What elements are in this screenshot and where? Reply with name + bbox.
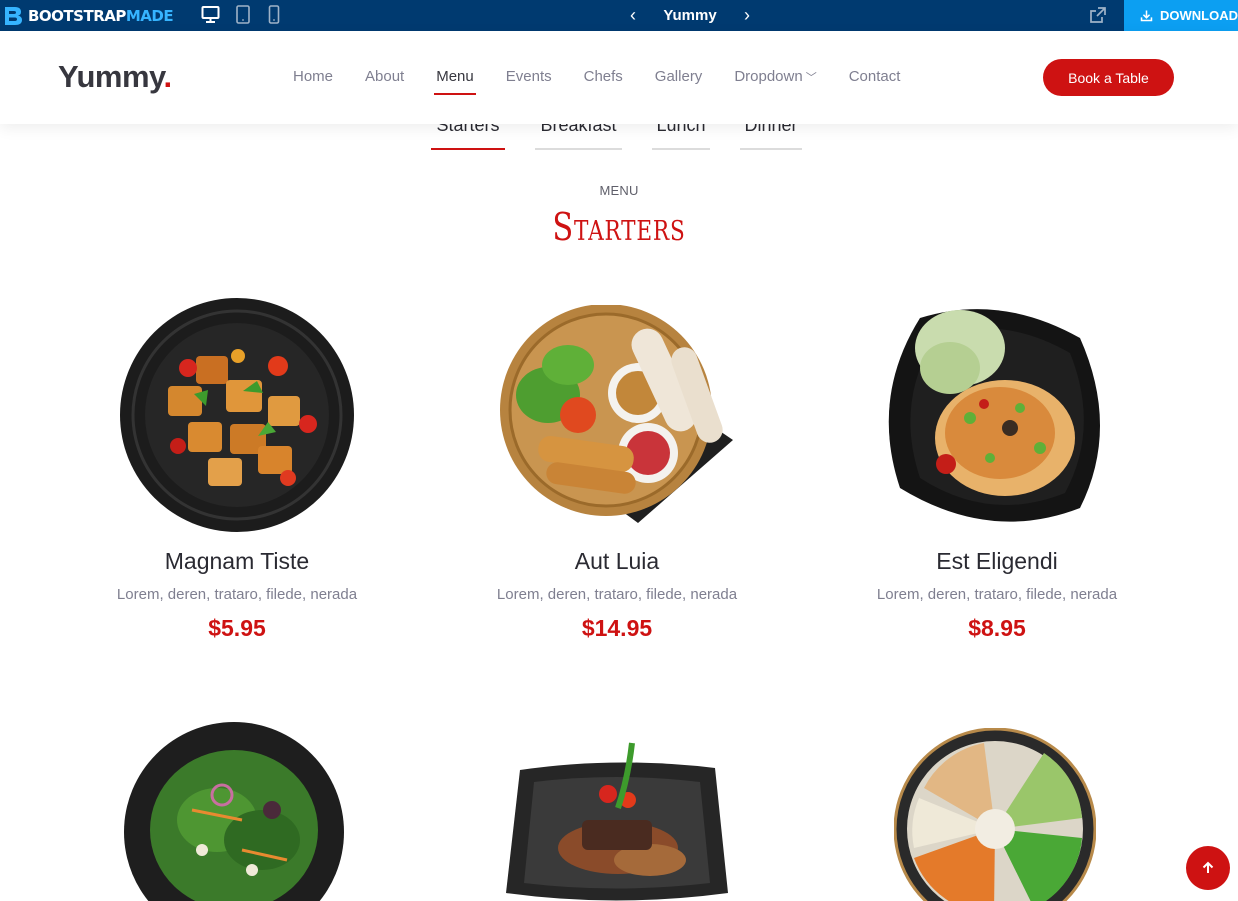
item-price: $14.95 — [581, 615, 653, 641]
device-switcher — [201, 5, 282, 29]
nav-dropdown[interactable]: Dropdown ﹀ — [734, 68, 816, 93]
template-switcher: ‹ Yummy › — [630, 4, 750, 26]
item-name[interactable]: Magnam Tiste — [57, 548, 417, 575]
download-label: DOWNLOAD — [1160, 8, 1238, 23]
nav-menu[interactable]: Menu — [434, 68, 476, 95]
dish-image-magnam-tiste[interactable] — [118, 296, 356, 534]
brand-name: Yummy — [58, 59, 164, 94]
chevron-left-icon[interactable]: ‹ — [630, 5, 636, 26]
nav-chefs[interactable]: Chefs — [584, 68, 623, 93]
item-name[interactable]: Aut Luia — [437, 548, 797, 575]
tablet-icon[interactable] — [234, 5, 252, 29]
dish-image-steak[interactable] — [500, 738, 732, 901]
brand-main: BOOTSTRAP — [28, 6, 126, 25]
arrow-up-icon — [1202, 861, 1214, 873]
bootstrapmade-mark-icon — [5, 7, 22, 25]
menu-item: Est Eligendi Lorem, deren, trataro, file… — [817, 548, 1177, 642]
item-ingredients: Lorem, deren, trataro, filede, nerada — [116, 586, 358, 603]
download-button[interactable]: DOWNLOAD — [1124, 0, 1238, 31]
template-name: Yummy — [663, 6, 717, 24]
item-ingredients: Lorem, deren, trataro, filede, nerada — [496, 586, 738, 603]
brand-accent: MADE — [125, 6, 174, 25]
scroll-top-button[interactable] — [1186, 846, 1230, 890]
section-title: Starters — [552, 205, 686, 249]
nav-dropdown-label: Dropdown — [734, 68, 803, 85]
chevron-down-icon: ﹀ — [805, 72, 817, 84]
bootstrapmade-logo[interactable]: BOOTSTRAPMADE — [2, 5, 174, 26]
dish-image-aut-luia[interactable] — [498, 305, 736, 523]
menu-item: Aut Luia Lorem, deren, trataro, filede, … — [437, 548, 797, 642]
mobile-icon[interactable] — [266, 5, 282, 29]
section-subtitle: MENU — [599, 183, 639, 198]
book-table-button[interactable]: Book a Table — [1043, 59, 1174, 96]
preview-bar: BOOTSTRAPMADE ‹ Yummy › DOWNLOAD — [0, 0, 1238, 31]
dish-image-salad[interactable] — [122, 720, 346, 901]
desktop-icon[interactable] — [201, 5, 220, 29]
site-header: Yummy. Home About Menu Events Chefs Gall… — [0, 31, 1238, 124]
site-logo[interactable]: Yummy. — [58, 59, 172, 95]
download-icon — [1140, 10, 1153, 22]
nav-gallery[interactable]: Gallery — [655, 68, 703, 93]
nav-home[interactable]: Home — [293, 68, 333, 93]
nav-events[interactable]: Events — [506, 68, 552, 93]
menu-item: Magnam Tiste Lorem, deren, trataro, file… — [57, 548, 417, 642]
main-nav: Home About Menu Events Chefs Gallery Dro… — [293, 68, 932, 95]
item-name[interactable]: Est Eligendi — [817, 548, 1177, 575]
item-price: $5.95 — [208, 615, 266, 641]
external-link-icon[interactable] — [1088, 6, 1107, 30]
nav-about[interactable]: About — [365, 68, 404, 93]
dish-image-poke-bowl[interactable] — [894, 728, 1096, 901]
item-price: $8.95 — [968, 615, 1026, 641]
nav-contact[interactable]: Contact — [849, 68, 901, 93]
brand-dot: . — [163, 59, 172, 94]
chevron-right-icon[interactable]: › — [744, 5, 750, 26]
item-ingredients: Lorem, deren, trataro, filede, nerada — [876, 586, 1118, 603]
dish-image-est-eligendi[interactable] — [880, 298, 1112, 534]
